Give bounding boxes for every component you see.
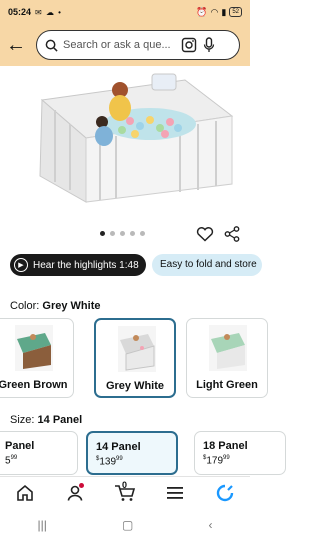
status-bar: 05:24 ✉ ☁ • ⏰ ◠ ▮ 52 xyxy=(0,0,250,24)
status-right: ⏰ ◠ ▮ 52 xyxy=(196,7,242,18)
search-bar[interactable]: Search or ask a que... xyxy=(36,30,240,60)
color-option-grey-white[interactable]: Grey White xyxy=(94,318,176,398)
home-icon xyxy=(17,484,33,501)
heart-icon[interactable] xyxy=(196,226,214,242)
hear-highlights-label: Hear the highlights 1:48 xyxy=(33,259,139,271)
nav-menu[interactable] xyxy=(160,480,190,506)
carousel-dot[interactable] xyxy=(140,231,145,236)
size-option-18-panel[interactable]: 18 Panel $17999 xyxy=(194,431,286,475)
menu-icon xyxy=(167,486,183,499)
notification-icons: ✉ ☁ • xyxy=(35,7,62,17)
microphone-icon[interactable] xyxy=(203,37,215,53)
size-label-row: Size: 14 Panel xyxy=(10,414,82,426)
product-image[interactable] xyxy=(0,66,250,222)
header: ← Search or ask a que... xyxy=(0,24,250,66)
size-option-price: $17999 xyxy=(203,455,230,467)
recent-apps-icon[interactable]: ||| xyxy=(38,518,47,532)
wifi-icon: ◠ xyxy=(210,6,219,17)
size-option-price: 599 xyxy=(5,455,18,467)
nav-home[interactable] xyxy=(10,480,40,506)
alarm-icon: ⏰ xyxy=(196,6,208,17)
play-icon: ▶ xyxy=(14,258,28,272)
color-option-green-brown[interactable]: Green Brown xyxy=(0,318,74,398)
search-input[interactable]: Search or ask a que... xyxy=(63,39,175,51)
bottom-nav: 0 xyxy=(0,476,250,508)
back-arrow-icon[interactable]: ← xyxy=(6,35,28,55)
size-option-label: Panel xyxy=(5,440,35,452)
color-selected-value: Grey White xyxy=(42,300,101,312)
system-back-icon[interactable]: ‹ xyxy=(208,518,212,532)
signal-icon: ▮ xyxy=(221,6,227,17)
cart-count: 0 xyxy=(122,479,128,490)
feature-pill[interactable]: Easy to fold and store xyxy=(152,254,262,276)
color-option-label: Green Brown xyxy=(0,379,68,391)
color-thumbnail xyxy=(15,325,53,371)
carousel-dot[interactable] xyxy=(100,231,105,236)
size-option-14-panel[interactable]: 14 Panel $13999 xyxy=(86,431,178,475)
image-carousel-dots xyxy=(100,231,145,236)
nav-cart[interactable]: 0 xyxy=(110,480,140,506)
share-icon[interactable] xyxy=(224,226,240,242)
battery-icon: 52 xyxy=(229,7,242,17)
color-option-label: Light Green xyxy=(196,379,258,391)
color-label: Color: xyxy=(10,300,40,312)
nav-rufus[interactable] xyxy=(210,480,240,506)
status-time: 05:24 xyxy=(8,7,32,17)
color-label-row: Color: Grey White xyxy=(10,300,100,312)
color-thumbnail xyxy=(118,326,156,372)
carousel-dot[interactable] xyxy=(120,231,125,236)
notification-dot xyxy=(79,482,84,488)
carousel-dot[interactable] xyxy=(130,231,135,236)
color-thumbnail xyxy=(209,325,247,371)
playpen-illustration xyxy=(39,73,234,203)
home-circle-icon[interactable]: ▢ xyxy=(122,518,133,532)
color-option-label: Grey White xyxy=(105,380,165,392)
carousel-dot[interactable] xyxy=(110,231,115,236)
color-option-light-green[interactable]: Light Green xyxy=(186,318,268,398)
size-label: Size: xyxy=(10,414,35,426)
system-nav-bar: ||| ▢ ‹ xyxy=(0,508,250,541)
search-icon xyxy=(45,39,58,52)
hear-highlights-button[interactable]: ▶ Hear the highlights 1:48 xyxy=(10,254,146,276)
camera-search-icon[interactable] xyxy=(181,37,197,53)
nav-account[interactable] xyxy=(60,480,90,506)
size-option-label: 18 Panel xyxy=(203,440,248,452)
size-option-label: 14 Panel xyxy=(96,441,141,453)
rufus-icon xyxy=(216,484,234,501)
size-option-price: $13999 xyxy=(96,456,123,468)
size-option-panel[interactable]: Panel 599 xyxy=(0,431,78,475)
size-selected-value: 14 Panel xyxy=(37,414,83,426)
